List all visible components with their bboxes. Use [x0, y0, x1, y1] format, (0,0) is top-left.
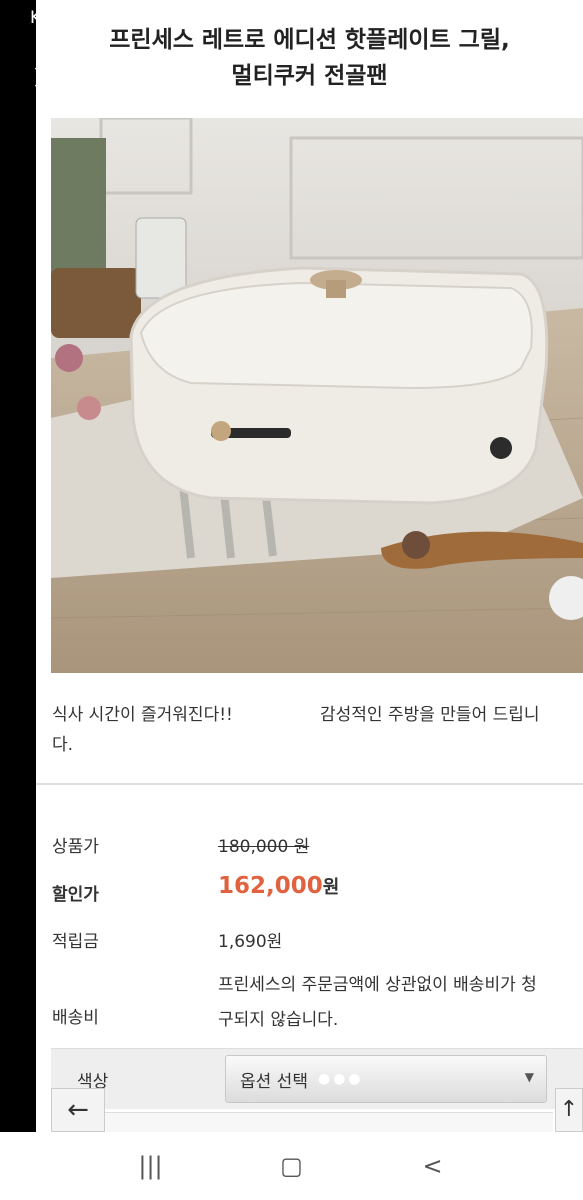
up-arrow-button[interactable]: ↑ — [555, 1088, 583, 1132]
close-icon[interactable]: ✕ — [30, 59, 62, 97]
status-bar: KT 12:30 ▣ G ● • HD 61% ▮ — [0, 0, 583, 36]
sale-price: 162,000 — [218, 873, 323, 899]
back-arrow-button[interactable]: ← — [51, 1088, 105, 1132]
caption: 식사 시간이 즐거워진다!! 감성적인 주방을 만들어 드립니 다. — [52, 700, 583, 760]
shipping-line-1: 프린세스의 주문금액에 상관없이 배송비가 청 — [218, 975, 537, 995]
points-value: 1,690원 — [218, 932, 283, 952]
list-price-label: 상품가 — [52, 837, 99, 857]
carrier: KT — [30, 8, 51, 28]
title-line-2: 멀티쿠커 전골팬 — [231, 63, 388, 89]
battery-level: 61% — [499, 8, 538, 28]
list-price: 180,000 원 — [218, 837, 310, 857]
google-icon: G — [136, 10, 148, 26]
wifi-icon — [422, 9, 440, 27]
loading-dots-icon: ●●● — [317, 1071, 364, 1087]
sale-price-unit: 원 — [322, 877, 340, 898]
chevron-down-icon: ▼ — [524, 1070, 534, 1084]
dot-icon: • — [175, 10, 184, 26]
shipping-label: 배송비 — [52, 1008, 99, 1028]
sale-price-group: 162,000원 — [218, 873, 339, 899]
hd-icon: HD — [448, 10, 470, 26]
option-bar: 색상 옵션 선택 ●●● ▼ — [51, 1048, 583, 1109]
bottom-strip — [105, 1112, 553, 1132]
system-nav-bar: ||| ▢ < — [0, 1132, 583, 1200]
option-select[interactable]: 옵션 선택 ●●● ▼ — [225, 1055, 547, 1103]
caption-left: 식사 시간이 즐거워진다!! — [52, 705, 233, 725]
home-icon[interactable]: ▢ — [272, 1152, 312, 1180]
option-select-value: 옵션 선택 — [240, 1071, 308, 1092]
product-page: 프린세스 레트로 에디션 핫플레이트 그릴, 멀티쿠커 전골팬 식사 시간이 즐… — [36, 0, 583, 1132]
divider — [36, 783, 583, 785]
points-label: 적립금 — [52, 932, 99, 952]
shipping-info: 프린세스의 주문금액에 상관없이 배송비가 청 구되지 않습니다. — [218, 968, 583, 1038]
product-image — [51, 118, 583, 673]
recent-apps-icon[interactable]: ||| — [131, 1152, 171, 1180]
back-icon[interactable]: < — [413, 1152, 453, 1180]
gallery-icon: ▣ — [115, 10, 129, 26]
caption-wrap: 다. — [52, 735, 74, 755]
shipping-line-2: 구되지 않습니다. — [218, 1010, 339, 1030]
kakaotalk-icon: ● — [155, 10, 168, 26]
caption-right: 감성적인 주방을 만들어 드립니 — [320, 705, 540, 725]
sale-price-label: 할인가 — [52, 885, 99, 905]
clock: 12:30 — [58, 8, 108, 28]
battery-icon: ▮ — [545, 10, 553, 26]
signal-icon — [477, 9, 491, 27]
